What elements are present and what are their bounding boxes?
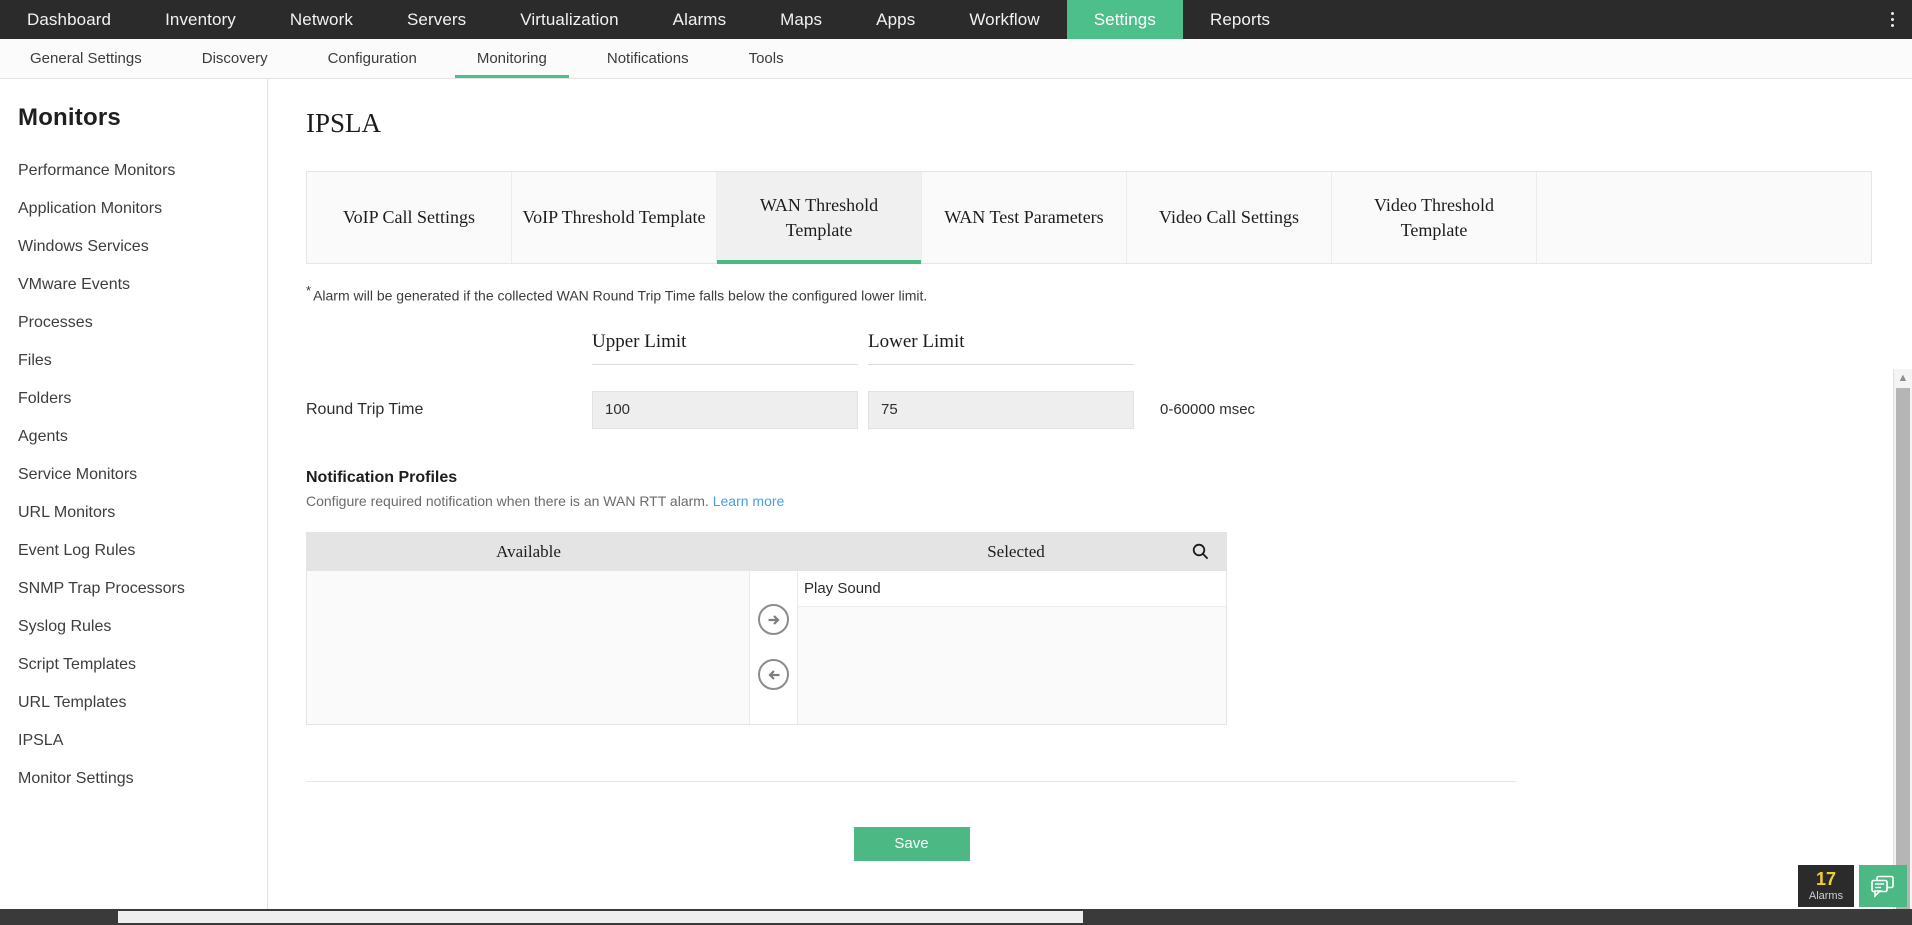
alarm-label: Alarms [1809, 890, 1843, 902]
save-button[interactable]: Save [854, 827, 970, 861]
sidebar-title: Monitors [0, 104, 267, 152]
range-hint: 0-60000 msec [1160, 401, 1255, 418]
topnav-item-workflow[interactable]: Workflow [942, 0, 1066, 39]
kebab-dot [1891, 12, 1894, 15]
sidebar-item-url-monitors[interactable]: URL Monitors [0, 494, 267, 532]
lower-limit-note: *Alarm will be generated if the collecte… [306, 283, 1912, 304]
notification-profile-picker: Available Selected [306, 532, 1227, 725]
topnav-spacer [1297, 0, 1872, 39]
kebab-menu-icon[interactable] [1872, 0, 1912, 39]
topnav-item-servers[interactable]: Servers [380, 0, 493, 39]
subnav-item-notifications[interactable]: Notifications [577, 39, 719, 78]
tab-wan-test-parameters[interactable]: WAN Test Parameters [922, 172, 1127, 263]
page-title: IPSLA [306, 108, 1912, 139]
monitors-sidebar: Monitors Performance MonitorsApplication… [0, 79, 268, 925]
subnav-item-discovery[interactable]: Discovery [172, 39, 298, 78]
list-item[interactable]: Play Sound [798, 571, 1226, 607]
topnav-item-reports[interactable]: Reports [1183, 0, 1297, 39]
sidebar-item-syslog-rules[interactable]: Syslog Rules [0, 608, 267, 646]
tab-voip-threshold-template[interactable]: VoIP Threshold Template [512, 172, 717, 263]
picker-body: Play Sound [307, 571, 1226, 724]
selected-list[interactable]: Play Sound [798, 571, 1226, 724]
sidebar-item-performance-monitors[interactable]: Performance Monitors [0, 152, 267, 190]
sidebar-item-ipsla[interactable]: IPSLA [0, 722, 267, 760]
lower-limit-input[interactable] [868, 391, 1134, 429]
sidebar-item-script-templates[interactable]: Script Templates [0, 646, 267, 684]
topnav-item-maps[interactable]: Maps [753, 0, 849, 39]
subnav-item-tools[interactable]: Tools [719, 39, 814, 78]
topnav-item-alarms[interactable]: Alarms [646, 0, 754, 39]
sidebar-item-application-monitors[interactable]: Application Monitors [0, 190, 267, 228]
search-icon[interactable] [1174, 543, 1226, 560]
lower-limit-header: Lower Limit [868, 331, 1134, 365]
note-asterisk: * [306, 283, 311, 298]
sidebar-item-processes[interactable]: Processes [0, 304, 267, 342]
sidebar-item-windows-services[interactable]: Windows Services [0, 228, 267, 266]
topnav-item-virtualization[interactable]: Virtualization [493, 0, 645, 39]
sidebar-item-service-monitors[interactable]: Service Monitors [0, 456, 267, 494]
topnav-item-inventory[interactable]: Inventory [138, 0, 263, 39]
sidebar-item-event-log-rules[interactable]: Event Log Rules [0, 532, 267, 570]
section-divider [306, 781, 1517, 782]
selected-column-header: Selected [798, 542, 1174, 562]
arrow-left-circle-icon[interactable] [758, 659, 789, 690]
sidebar-item-url-templates[interactable]: URL Templates [0, 684, 267, 722]
top-navigation-bar: DashboardInventoryNetworkServersVirtuali… [0, 0, 1912, 39]
tab-video-threshold-template[interactable]: Video Threshold Template [1332, 172, 1537, 263]
alarm-count: 17 [1816, 870, 1836, 888]
sidebar-item-snmp-trap-processors[interactable]: SNMP Trap Processors [0, 570, 267, 608]
kebab-dot [1891, 18, 1894, 21]
threshold-limits-form: Upper Limit Lower Limit Round Trip Time … [306, 331, 1912, 429]
sidebar-item-agents[interactable]: Agents [0, 418, 267, 456]
topnav-item-settings[interactable]: Settings [1067, 0, 1183, 39]
alarm-count-badge[interactable]: 17 Alarms [1798, 865, 1854, 907]
vertical-scrollbar[interactable]: ▲ ▼ [1893, 369, 1912, 909]
tab-video-call-settings[interactable]: Video Call Settings [1127, 172, 1332, 263]
horizontal-scrollbar[interactable] [0, 909, 1912, 925]
sidebar-item-vmware-events[interactable]: VMware Events [0, 266, 267, 304]
kebab-dot [1891, 24, 1894, 27]
settings-subnav-bar: General SettingsDiscoveryConfigurationMo… [0, 39, 1912, 79]
tab-voip-call-settings[interactable]: VoIP Call Settings [307, 172, 512, 263]
available-list[interactable] [307, 571, 750, 724]
arrow-right-circle-icon[interactable] [758, 604, 789, 635]
ipsla-tab-strip: VoIP Call SettingsVoIP Threshold Templat… [306, 171, 1872, 264]
learn-more-link[interactable]: Learn more [713, 493, 785, 509]
topnav-item-apps[interactable]: Apps [849, 0, 942, 39]
limit-headers-row: Upper Limit Lower Limit [306, 331, 1912, 365]
sidebar-item-list: Performance MonitorsApplication Monitors… [0, 152, 267, 798]
notification-profiles-description-text: Configure required notification when the… [306, 493, 709, 509]
subnav-item-general-settings[interactable]: General Settings [0, 39, 172, 78]
main-content: IPSLA VoIP Call SettingsVoIP Threshold T… [268, 79, 1912, 925]
sidebar-item-files[interactable]: Files [0, 342, 267, 380]
chevron-up-icon[interactable]: ▲ [1894, 369, 1912, 387]
note-text: Alarm will be generated if the collected… [313, 288, 927, 304]
chat-bubbles-icon[interactable] [1859, 865, 1907, 907]
vertical-scrollbar-thumb[interactable] [1896, 388, 1910, 918]
upper-limit-input[interactable] [592, 391, 858, 429]
upper-limit-header: Upper Limit [592, 331, 858, 365]
sidebar-item-folders[interactable]: Folders [0, 380, 267, 418]
picker-move-buttons [750, 571, 798, 724]
subnav-item-configuration[interactable]: Configuration [298, 39, 447, 78]
notification-profiles-title: Notification Profiles [306, 469, 1912, 487]
page-body: Monitors Performance MonitorsApplication… [0, 79, 1912, 925]
round-trip-time-row: Round Trip Time 0-60000 msec [306, 391, 1912, 429]
horizontal-scrollbar-track-left[interactable] [0, 909, 118, 925]
available-column-header: Available [307, 542, 750, 562]
tab-strip-filler [1537, 172, 1871, 263]
picker-header-row: Available Selected [307, 533, 1226, 571]
topnav-item-network[interactable]: Network [263, 0, 380, 39]
topnav-item-dashboard[interactable]: Dashboard [0, 0, 138, 39]
notification-profiles-description: Configure required notification when the… [306, 493, 1912, 509]
round-trip-time-label: Round Trip Time [306, 401, 592, 419]
subnav-item-monitoring[interactable]: Monitoring [447, 39, 577, 78]
horizontal-scrollbar-thumb[interactable] [118, 911, 1083, 923]
tab-wan-threshold-template[interactable]: WAN Threshold Template [717, 172, 922, 263]
sidebar-item-monitor-settings[interactable]: Monitor Settings [0, 760, 267, 798]
save-button-row: Save [306, 827, 1517, 861]
